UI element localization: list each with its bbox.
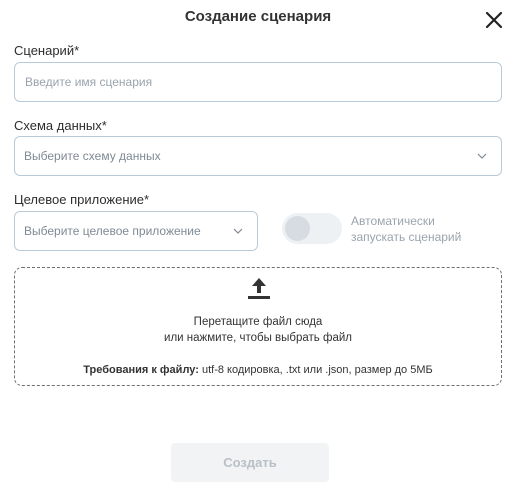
toggle-knob bbox=[285, 216, 310, 241]
scenario-name-input[interactable] bbox=[15, 63, 501, 101]
file-dropzone[interactable]: Перетащите файл сюда или нажмите, чтобы … bbox=[14, 267, 502, 386]
target-app-select-placeholder: Выберите целевое приложение bbox=[24, 224, 201, 238]
close-icon bbox=[485, 11, 503, 29]
upload-icon bbox=[248, 278, 270, 299]
file-requirements-text: utf-8 кодировка, .txt или .json, размер … bbox=[198, 364, 433, 376]
dropzone-line2: или нажмите, чтобы выбрать файл bbox=[164, 332, 352, 344]
schema-select-placeholder: Выберите схему данных bbox=[24, 149, 161, 163]
autorun-label-line2: запускать сценарий bbox=[351, 230, 462, 244]
dialog-title: Создание сценария bbox=[184, 8, 332, 25]
chevron-down-icon bbox=[233, 228, 243, 234]
close-button[interactable] bbox=[484, 10, 504, 30]
chevron-down-icon bbox=[477, 153, 487, 159]
create-button[interactable]: Создать bbox=[171, 443, 329, 482]
target-app-select[interactable]: Выберите целевое приложение bbox=[14, 211, 258, 251]
autorun-toggle[interactable] bbox=[282, 213, 342, 244]
autorun-label: Автоматически запускать сценарий bbox=[351, 213, 461, 245]
file-requirements: Требования к файлу: utf-8 кодировка, .tx… bbox=[15, 364, 501, 376]
scenario-label: Сценарий* bbox=[14, 43, 80, 58]
target-app-label: Целевое приложение* bbox=[14, 192, 150, 207]
schema-label: Схема данных* bbox=[14, 118, 107, 133]
schema-select[interactable]: Выберите схему данных bbox=[14, 136, 502, 176]
dropzone-line1: Перетащите файл сюда bbox=[193, 316, 323, 328]
autorun-label-line1: Автоматически bbox=[351, 214, 435, 228]
file-requirements-label: Требования к файлу: bbox=[83, 364, 199, 376]
scenario-field bbox=[14, 62, 502, 102]
